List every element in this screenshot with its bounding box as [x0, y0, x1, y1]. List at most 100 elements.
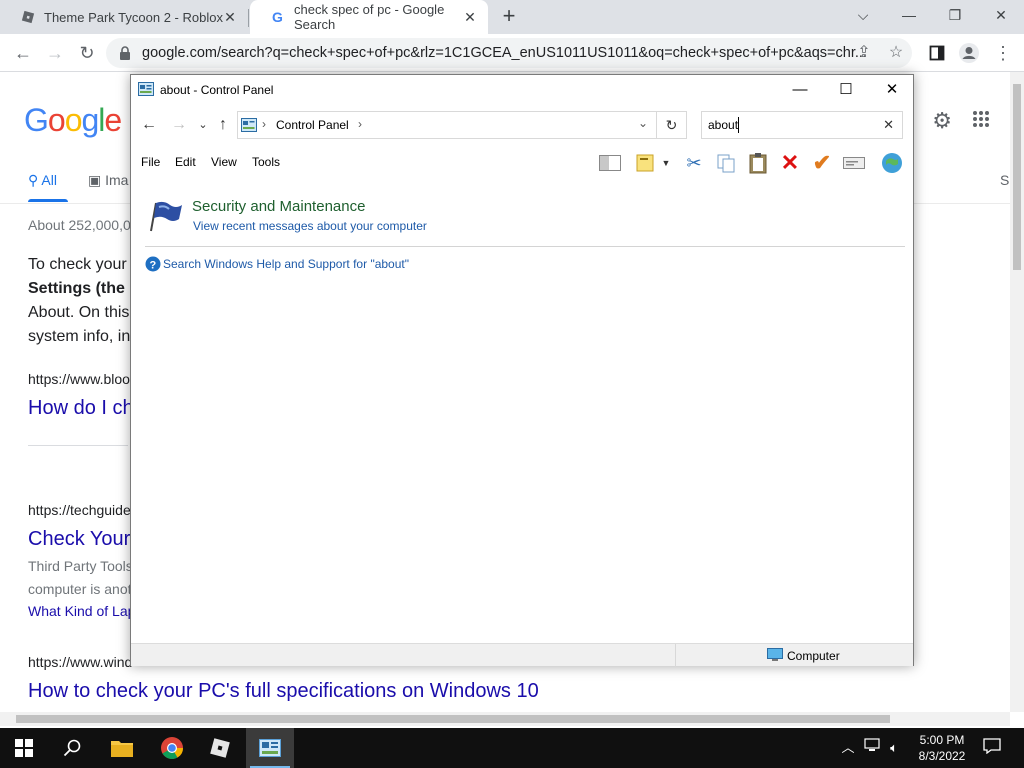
menu-view[interactable]: View: [211, 155, 237, 169]
recent-locations-icon[interactable]: ⌄: [193, 113, 213, 137]
google-logo[interactable]: Google: [24, 102, 122, 139]
back-icon[interactable]: ←: [10, 40, 36, 66]
result-url: https://www.bloo: [28, 371, 130, 387]
horizontal-scrollbar[interactable]: [0, 712, 1010, 726]
tab-search-icon[interactable]: ⌵: [840, 0, 886, 30]
settings-gear-icon[interactable]: ⚙: [932, 108, 952, 134]
close-tab-icon[interactable]: ✕: [462, 9, 478, 25]
apps-grid-icon[interactable]: [972, 110, 990, 133]
tab-all[interactable]: ⚲ All: [28, 172, 57, 189]
search-icon[interactable]: [48, 728, 96, 768]
side-panel-icon[interactable]: [924, 40, 950, 66]
tab-separator: [248, 9, 249, 27]
tab-overflow[interactable]: S: [1000, 172, 1009, 188]
menu-tools[interactable]: Tools: [252, 155, 280, 169]
checkmark-icon[interactable]: ✔: [809, 150, 835, 175]
category-task-link[interactable]: View recent messages about your computer: [193, 219, 427, 233]
result-sublink[interactable]: What Kind of Lap: [28, 603, 135, 619]
properties-icon[interactable]: [841, 151, 867, 175]
copy-icon[interactable]: [713, 151, 739, 175]
minimize-button[interactable]: —: [886, 0, 932, 30]
result-snippet: computer is anot: [28, 581, 132, 597]
tab-title: check spec of pc - Google Search: [294, 2, 445, 32]
text-caret: [738, 117, 739, 133]
close-button[interactable]: ✕: [869, 75, 915, 105]
chevron-right-icon[interactable]: ›: [262, 117, 266, 131]
tab-all-label: All: [41, 172, 57, 188]
file-explorer-icon[interactable]: [98, 728, 146, 768]
result-title-link[interactable]: How to check your PC's full specificatio…: [28, 680, 539, 703]
horizontal-scroll-thumb[interactable]: [16, 715, 890, 723]
close-window-button[interactable]: ✕: [978, 0, 1024, 30]
address-bar[interactable]: › Control Panel › ⌄: [237, 111, 657, 139]
control-panel-titlebar[interactable]: about - Control Panel — ☐ ✕: [131, 75, 913, 105]
menu-edit[interactable]: Edit: [175, 155, 196, 169]
vertical-scroll-thumb[interactable]: [1013, 84, 1021, 270]
volume-icon[interactable]: 🔈︎: [884, 738, 904, 758]
menu-file[interactable]: File: [141, 155, 160, 169]
control-panel-icon: [138, 82, 154, 101]
taskbar: ︿ 🔈︎ 5:00 PM 8/3/2022: [0, 728, 1024, 768]
status-location: Computer: [787, 649, 840, 663]
tab-images[interactable]: ▣ Ima: [88, 172, 128, 189]
result-title-link[interactable]: How do I ch: [28, 397, 134, 420]
maximize-button[interactable]: ☐: [823, 75, 869, 105]
tab-google-search[interactable]: G check spec of pc - Google Search ✕: [250, 0, 488, 34]
tab-roblox[interactable]: Theme Park Tycoon 2 - Roblox ✕: [0, 0, 248, 34]
address-bar[interactable]: google.com/search?q=check+spec+of+pc&rlz…: [106, 38, 912, 68]
result-title-link[interactable]: Check Your: [28, 528, 130, 551]
system-clock[interactable]: 5:00 PM 8/3/2022: [912, 732, 972, 764]
windows-help-search-link[interactable]: Search Windows Help and Support for "abo…: [163, 257, 409, 271]
active-tab-indicator: [28, 199, 68, 202]
chevron-down-icon[interactable]: ⌄: [638, 116, 648, 130]
reload-icon[interactable]: ↻: [74, 40, 100, 66]
result-url: https://techguide: [28, 502, 131, 518]
control-panel-window: about - Control Panel — ☐ ✕ ← → ⌄ ↑ › Co…: [130, 74, 914, 667]
search-icon: ⚲: [28, 172, 39, 188]
roblox-icon: [20, 9, 36, 25]
up-icon[interactable]: ↑: [213, 113, 233, 137]
content-divider: [145, 246, 905, 247]
vertical-scrollbar[interactable]: [1010, 72, 1024, 712]
category-title-link[interactable]: Security and Maintenance: [192, 198, 365, 215]
chrome-menu-icon[interactable]: ⋮: [990, 40, 1016, 66]
paste-icon[interactable]: [745, 151, 771, 175]
featured-snippet-line: Settings (the g: [28, 280, 140, 297]
roblox-icon[interactable]: [196, 728, 244, 768]
show-hidden-icons-chevron-icon[interactable]: ︿: [838, 738, 858, 758]
share-icon[interactable]: ⇪: [854, 43, 874, 63]
featured-snippet-line: system info, in: [28, 328, 131, 345]
delete-icon[interactable]: ✕: [777, 150, 803, 175]
search-input-value: about: [708, 118, 739, 132]
computer-icon: [767, 648, 783, 667]
back-icon[interactable]: ←: [139, 113, 159, 137]
forward-icon[interactable]: →: [169, 113, 189, 137]
result-url: https://www.wind: [28, 654, 133, 670]
clear-search-icon[interactable]: ✕: [883, 117, 894, 133]
preview-pane-icon[interactable]: [597, 151, 623, 175]
search-input[interactable]: about ✕: [701, 111, 903, 139]
chrome-icon[interactable]: [148, 728, 196, 768]
new-tab-button[interactable]: +: [498, 5, 520, 28]
restore-button[interactable]: ❐: [932, 0, 978, 30]
image-icon: ▣: [88, 172, 102, 188]
views-icon[interactable]: [633, 151, 659, 175]
svg-text:?: ?: [150, 260, 157, 272]
forward-icon[interactable]: →: [42, 40, 68, 66]
profile-avatar-icon[interactable]: [956, 40, 982, 66]
bookmark-star-icon[interactable]: ☆: [886, 43, 906, 63]
views-dropdown-icon[interactable]: ▼: [659, 151, 673, 175]
close-tab-icon[interactable]: ✕: [222, 9, 238, 25]
result-stats: About 252,000,0: [28, 217, 131, 233]
network-icon[interactable]: [862, 738, 882, 758]
security-maintenance-flag-icon: [147, 199, 183, 238]
notifications-icon[interactable]: [982, 738, 1002, 758]
refresh-icon[interactable]: ↻: [657, 111, 687, 139]
control-panel-taskbar-icon[interactable]: [246, 728, 294, 768]
start-windows-icon[interactable]: [0, 728, 48, 768]
breadcrumb-control-panel[interactable]: Control Panel: [276, 118, 349, 132]
chevron-right-icon[interactable]: ›: [358, 117, 362, 131]
minimize-button[interactable]: —: [777, 75, 823, 105]
cut-icon[interactable]: ✂: [681, 151, 707, 175]
globe-icon[interactable]: [879, 151, 905, 175]
